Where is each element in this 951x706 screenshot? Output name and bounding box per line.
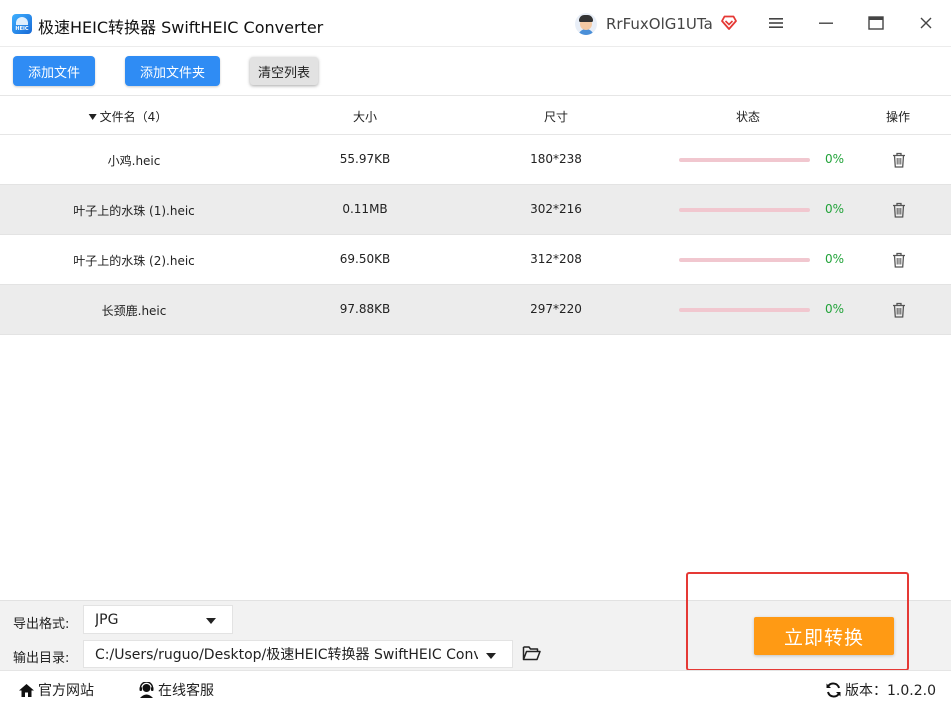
format-label: 导出格式: [13,617,70,632]
column-header-name-label: 文件名（4） [99,110,168,124]
file-dimensions: 312*208 [530,252,582,266]
file-size: 0.11MB [342,202,388,216]
minimize-icon[interactable] [815,12,837,34]
format-select[interactable]: JPG [83,605,233,634]
close-icon[interactable] [915,12,937,34]
progress-bar [679,208,810,212]
progress-bar [679,258,810,262]
table-row[interactable]: 叶子上的水珠 (2).heic 69.50KB 312*208 0% [0,235,951,285]
app-window: HEIC 极速HEIC转换器 SwiftHEIC Converter RrFux… [0,0,951,706]
format-select-value: JPG [95,611,119,628]
refresh-icon [826,682,841,698]
trash-icon[interactable] [892,152,906,168]
chevron-down-icon [486,653,496,659]
app-logo-text: HEIC [15,26,29,32]
file-size: 55.97KB [339,152,391,166]
column-header-action: 操作 [885,110,911,124]
version-info[interactable]: 版本：1.0.2.0 [825,680,936,700]
output-options-panel: 导出格式: JPG 输出目录: C:/Users/ruguo/Desktop/极… [0,600,951,670]
app-logo-icon: HEIC [12,14,32,34]
official-website-label: 官方网站 [38,683,94,699]
file-name: 叶子上的水珠 (1).heic [73,204,195,218]
window-title: 极速HEIC转换器 SwiftHEIC Converter [38,18,324,37]
progress-bar [679,308,810,312]
file-dimensions: 180*238 [530,152,582,166]
table-row[interactable]: 长颈鹿.heic 97.88KB 297*220 0% [0,285,951,335]
column-header-size: 大小 [352,110,378,124]
add-file-button[interactable]: 添加文件 [13,56,95,86]
table-header: 文件名（4） 大小 尺寸 状态 操作 [0,95,951,135]
table-row[interactable]: 叶子上的水珠 (1).heic 0.11MB 302*216 0% [0,185,951,235]
version-label: 版本：1.0.2.0 [845,683,936,699]
file-size: 69.50KB [339,252,391,266]
column-header-name[interactable]: 文件名（4） [88,108,168,125]
file-size: 97.88KB [339,302,391,316]
output-dir-label: 输出目录: [13,651,70,666]
add-folder-button[interactable]: 添加文件夹 [125,56,220,86]
toolbar: 添加文件 添加文件夹 清空列表 [0,46,951,95]
progress-percent: 0% [825,302,845,316]
title-bar: HEIC 极速HEIC转换器 SwiftHEIC Converter RrFux… [0,0,951,46]
open-folder-icon[interactable] [522,645,541,661]
file-table: 文件名（4） 大小 尺寸 状态 操作 小鸡.heic 55.97KB 180*2… [0,95,951,335]
convert-now-button[interactable]: 立即转换 [754,617,894,655]
customer-service-icon [139,682,154,698]
online-service-link[interactable]: 在线客服 [138,680,214,700]
file-name: 小鸡.heic [107,154,161,168]
username[interactable]: RrFuxOlG1UTa [606,15,713,33]
progress-bar [679,158,810,162]
progress-percent: 0% [825,152,845,166]
progress-percent: 0% [825,202,845,216]
trash-icon[interactable] [892,202,906,218]
online-service-label: 在线客服 [158,683,214,699]
official-website-link[interactable]: 官方网站 [18,680,94,700]
chevron-down-icon [206,618,216,624]
table-row[interactable]: 小鸡.heic 55.97KB 180*238 0% [0,135,951,185]
clear-list-button[interactable]: 清空列表 [250,57,318,85]
file-name: 长颈鹿.heic [101,304,167,318]
trash-icon[interactable] [892,302,906,318]
home-icon [19,683,34,697]
sort-caret-icon [88,114,97,120]
column-header-status: 状态 [735,110,761,124]
file-name: 叶子上的水珠 (2).heic [73,254,195,268]
status-bar: 官方网站 在线客服 版本：1.0.2.0 [0,670,951,706]
trash-icon[interactable] [892,252,906,268]
menu-icon[interactable] [765,12,787,34]
file-dimensions: 302*216 [530,202,582,216]
file-dimensions: 297*220 [530,302,582,316]
user-avatar[interactable] [575,13,597,35]
maximize-icon[interactable] [865,12,887,34]
vip-diamond-icon[interactable] [720,13,738,31]
output-dir-value: C:/Users/ruguo/Desktop/极速HEIC转换器 SwiftHE… [95,647,478,663]
column-header-dimensions: 尺寸 [543,110,569,124]
progress-percent: 0% [825,252,845,266]
output-dir-select[interactable]: C:/Users/ruguo/Desktop/极速HEIC转换器 SwiftHE… [83,640,513,668]
